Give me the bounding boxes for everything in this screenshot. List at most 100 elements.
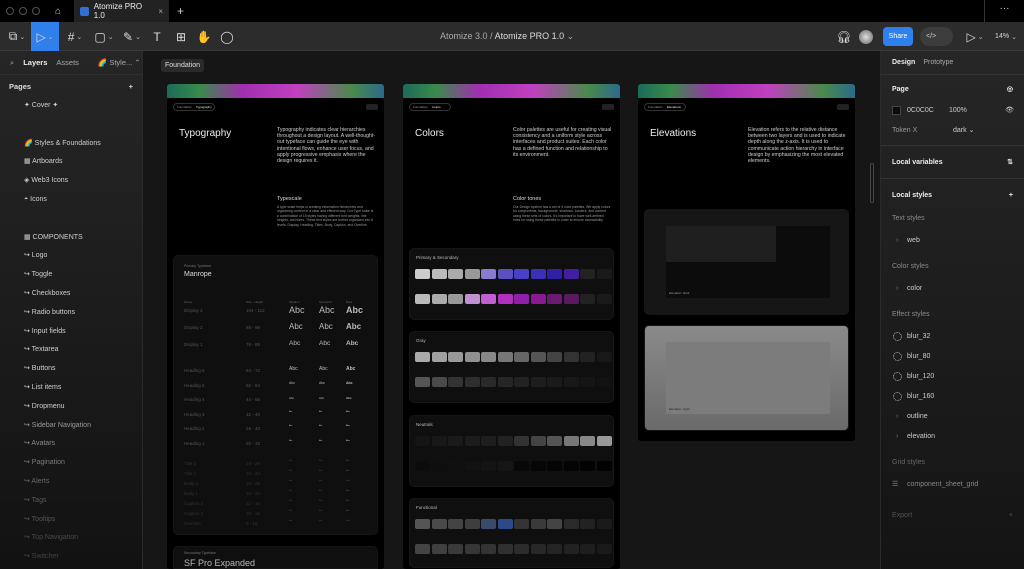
share-button[interactable]: Share	[883, 27, 913, 46]
search-icon[interactable]: ⌕	[10, 58, 14, 68]
canvas-scrollbar[interactable]	[870, 163, 874, 203]
effect-style-group[interactable]: ›outline	[881, 407, 1024, 427]
color-swatch[interactable]	[597, 436, 612, 446]
color-swatch[interactable]	[514, 377, 529, 387]
canvas[interactable]: Foundation FoundationTypography Typograp…	[143, 51, 880, 569]
color-swatch[interactable]	[415, 519, 430, 529]
color-swatch[interactable]	[531, 269, 546, 279]
effect-style-item[interactable]: blur_32	[881, 327, 1024, 347]
audio-headphones-icon[interactable]: 🎧︎	[836, 22, 852, 51]
breadcrumb-file[interactable]: Atomize PRO 1.0	[495, 31, 565, 41]
color-swatch[interactable]	[580, 352, 595, 362]
page-item[interactable]: ▦ COMPONENTS	[0, 229, 142, 248]
color-swatch[interactable]	[547, 544, 562, 554]
color-swatch[interactable]	[432, 377, 447, 387]
page-item[interactable]: ↪ Pagination	[0, 454, 142, 473]
page-item[interactable]: ↪ Avatars	[0, 435, 142, 454]
frame-typography[interactable]: FoundationTypography Typography Typograp…	[167, 84, 384, 569]
color-swatch[interactable]	[580, 294, 595, 304]
page-item[interactable]: ✦ Cover ✦	[0, 97, 142, 116]
color-swatch[interactable]	[514, 544, 529, 554]
color-swatch[interactable]	[531, 461, 546, 471]
color-swatch[interactable]	[481, 294, 496, 304]
effect-style-group[interactable]: ›elevation	[881, 427, 1024, 447]
color-swatch[interactable]	[564, 377, 579, 387]
color-swatch[interactable]	[432, 352, 447, 362]
text-tool-icon[interactable]: T	[148, 22, 166, 51]
file-tab[interactable]: Atomize PRO 1.0×	[74, 0, 169, 22]
color-swatch[interactable]	[597, 294, 612, 304]
color-swatch[interactable]	[597, 519, 612, 529]
add-style-icon[interactable]: +	[1009, 192, 1013, 199]
dev-mode-toggle[interactable]: </>	[920, 27, 953, 46]
color-swatch[interactable]	[514, 436, 529, 446]
color-swatch[interactable]	[448, 269, 463, 279]
color-swatch[interactable]	[448, 377, 463, 387]
effect-style-item[interactable]: blur_120	[881, 367, 1024, 387]
window-controls[interactable]	[0, 7, 46, 15]
color-swatch[interactable]	[514, 352, 529, 362]
color-swatch[interactable]	[481, 461, 496, 471]
color-swatch[interactable]	[465, 436, 480, 446]
tab-layers[interactable]: Layers	[23, 58, 47, 67]
color-swatch[interactable]	[580, 269, 595, 279]
page-opacity-value[interactable]: 100%	[949, 101, 967, 121]
avatar[interactable]	[857, 22, 875, 51]
page-item[interactable]: ↪ Alerts	[0, 473, 142, 492]
close-tab-icon[interactable]: ×	[158, 7, 163, 16]
color-swatch[interactable]	[465, 352, 480, 362]
frame-elevations[interactable]: FoundationElevations Elevations Elevatio…	[638, 84, 855, 441]
color-swatch[interactable]	[580, 519, 595, 529]
color-swatch[interactable]	[564, 519, 579, 529]
color-swatch[interactable]	[564, 352, 579, 362]
tab-assets[interactable]: Assets	[56, 58, 79, 67]
page-item[interactable]: ↪ Switcher	[0, 548, 142, 567]
color-swatch[interactable]	[448, 294, 463, 304]
hand-tool-icon[interactable]: ✋	[195, 22, 213, 51]
color-swatch[interactable]	[481, 352, 496, 362]
color-swatch[interactable]	[531, 436, 546, 446]
present-button[interactable]: ▷⌄	[964, 22, 986, 51]
page-item[interactable]: ↪ Sidebar Navigation	[0, 417, 142, 436]
breadcrumb[interactable]: Atomize 3.0 / Atomize PRO 1.0 ⌄	[440, 31, 574, 42]
color-swatch[interactable]	[597, 461, 612, 471]
color-swatch[interactable]	[580, 436, 595, 446]
more-menu-icon[interactable]: ···	[984, 0, 1024, 22]
page-item[interactable]: ↪ Top Navigation	[0, 529, 142, 548]
tab-prototype[interactable]: Prototype	[923, 59, 953, 66]
grid-style-item[interactable]: ☰component_sheet_grid	[881, 475, 1024, 495]
color-swatch[interactable]	[415, 377, 430, 387]
page-item[interactable]: ↪ Radio buttons	[0, 304, 142, 323]
page-item[interactable]: ↪ Input fields	[0, 323, 142, 342]
color-swatch[interactable]	[415, 352, 430, 362]
page-item[interactable]: ↪ Logo	[0, 247, 142, 266]
zoom-dropdown[interactable]: 14%⌄	[992, 22, 1020, 51]
effect-style-item[interactable]: blur_80	[881, 347, 1024, 367]
color-swatch[interactable]	[498, 544, 513, 554]
color-swatch[interactable]	[564, 269, 579, 279]
color-swatch[interactable]	[547, 436, 562, 446]
page-item[interactable]: ↪ Tags	[0, 492, 142, 511]
new-tab-button[interactable]: +	[177, 4, 184, 18]
color-swatch[interactable]	[531, 294, 546, 304]
main-menu-icon[interactable]: ⧉⌄	[4, 22, 30, 51]
color-swatch[interactable]	[465, 544, 480, 554]
page-item[interactable]: ▦ Artboards	[0, 153, 142, 172]
move-tool-icon[interactable]: ▷⌄	[31, 22, 59, 51]
color-swatch[interactable]	[465, 377, 480, 387]
breadcrumb-project[interactable]: Atomize 3.0	[440, 31, 488, 41]
frame-colors[interactable]: FoundationColors Colors Color palettes a…	[403, 84, 620, 569]
color-swatch[interactable]	[597, 544, 612, 554]
color-swatch[interactable]	[432, 269, 447, 279]
page-color-value[interactable]: 0C0C0C	[907, 107, 934, 114]
color-swatch[interactable]	[481, 269, 496, 279]
color-swatch[interactable]	[481, 544, 496, 554]
chevron-down-icon[interactable]: ⌄	[567, 31, 575, 41]
color-swatch[interactable]	[481, 377, 496, 387]
color-swatch[interactable]	[448, 461, 463, 471]
color-swatch[interactable]	[498, 269, 513, 279]
page-item[interactable]: ↪ Tooltips	[0, 511, 142, 530]
color-swatch[interactable]	[597, 377, 612, 387]
color-swatch[interactable]	[465, 269, 480, 279]
style-group-web[interactable]: ›web	[881, 231, 1024, 251]
